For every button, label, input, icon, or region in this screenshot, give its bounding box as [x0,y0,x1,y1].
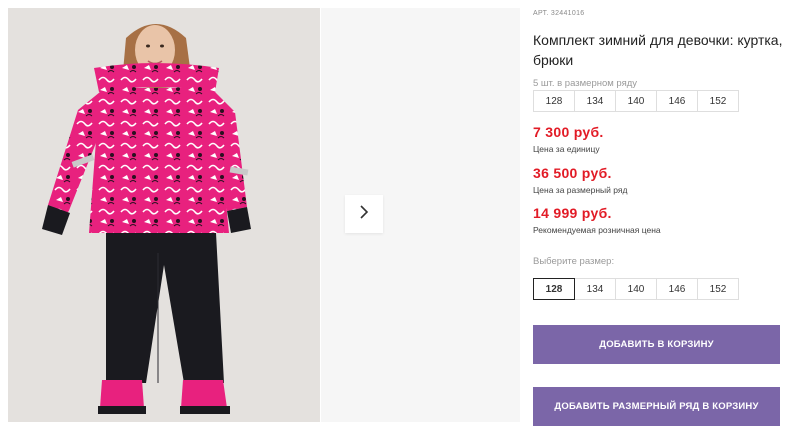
range-size: 146 [656,90,698,112]
unit-price-label: Цена за единицу [533,144,600,154]
range-price: 36 500 руб. [533,165,612,181]
select-size-hint: Выберите размер: [533,256,615,267]
size-range-hint: 5 шт. в размерном ряду [533,78,638,89]
article-number: АРТ. 32441016 [533,10,585,17]
size-selector: 128 134 140 146 152 [533,278,739,300]
girl-in-winter-suit-illustration [42,24,251,414]
unit-price: 7 300 руб. [533,124,604,140]
product-title: Комплект зимний для девочки: куртка, брю… [533,32,783,68]
product-photo[interactable] [8,8,320,422]
range-size: 152 [697,90,739,112]
next-photo-button[interactable] [345,195,383,233]
size-option[interactable]: 146 [656,278,698,300]
size-option[interactable]: 152 [697,278,739,300]
size-option-selected[interactable]: 128 [533,278,575,300]
range-size: 134 [574,90,616,112]
add-to-cart-button[interactable]: ДОБАВИТЬ В КОРЗИНУ [533,325,780,364]
add-size-range-to-cart-button[interactable]: ДОБАВИТЬ РАЗМЕРНЫЙ РЯД В КОРЗИНУ [533,387,780,426]
size-option[interactable]: 134 [574,278,616,300]
retail-price: 14 999 руб. [533,205,612,221]
chevron-right-icon [358,204,370,225]
size-range-list: 128 134 140 146 152 [533,90,739,112]
product-gallery [0,0,520,430]
range-size: 128 [533,90,575,112]
retail-price-label: Рекомендуемая розничная цена [533,225,661,235]
range-price-label: Цена за размерный ряд [533,185,628,195]
range-size: 140 [615,90,657,112]
size-option[interactable]: 140 [615,278,657,300]
